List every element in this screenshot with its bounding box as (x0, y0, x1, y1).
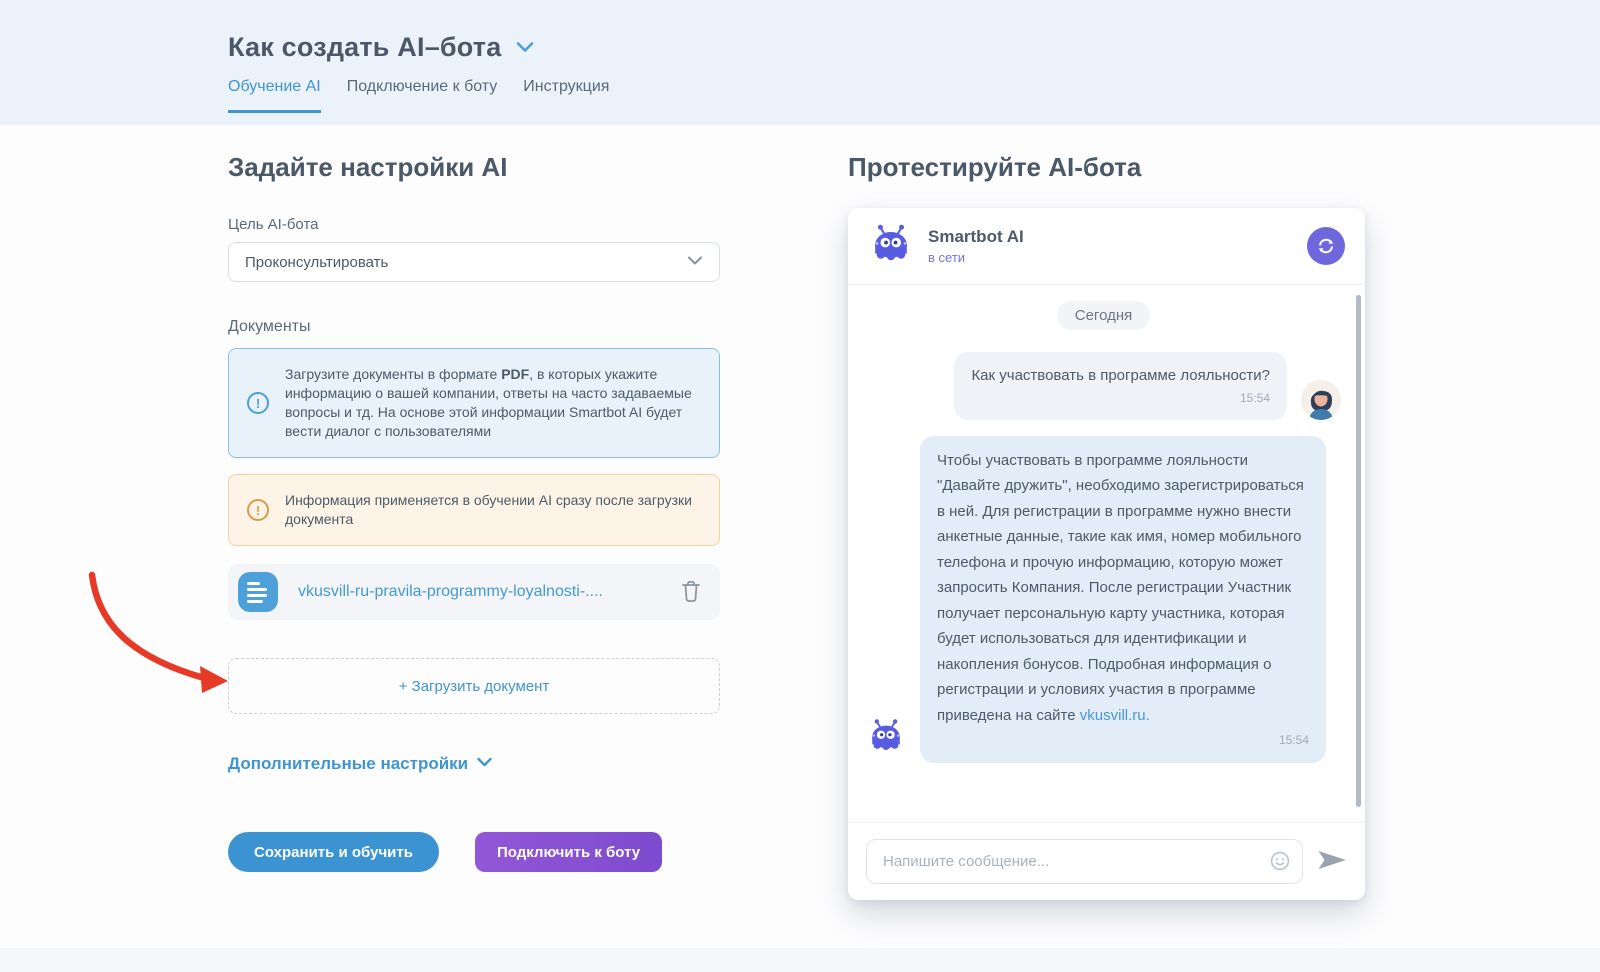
upload-document-label: + Загрузить документ (398, 677, 550, 695)
documents-label: Документы (228, 318, 311, 335)
bot-message-text: Чтобы участвовать в программе лояльности… (937, 451, 1304, 724)
refresh-icon (1318, 238, 1334, 254)
warning-icon: ! (247, 499, 269, 522)
chat-messages-area: Сегодня Как участвовать в программе лоял… (848, 285, 1365, 822)
send-icon (1318, 851, 1346, 869)
message-input[interactable] (866, 839, 1303, 884)
advanced-chevron-down-icon (476, 755, 493, 773)
smiley-icon (1270, 851, 1290, 871)
save-and-train-button[interactable]: Сохранить и обучить (228, 832, 439, 873)
chat-input-bar (848, 822, 1365, 900)
user-message-text: Как участвовать в программе лояльности? (971, 367, 1270, 384)
bot-avatar-small (866, 716, 906, 761)
page-title: Как создать AI–бота (228, 32, 502, 62)
chat-tester-heading: Протестируйте AI-бота (848, 152, 1142, 182)
tab-training-ai[interactable]: Обучение AI (228, 78, 321, 113)
document-icon (238, 572, 278, 613)
chat-scrollbar[interactable] (1356, 295, 1361, 807)
bot-message-row: Чтобы участвовать в программе лояльности… (866, 435, 1341, 763)
info-icon: ! (247, 392, 269, 415)
bot-identity: Smartbot AI в сети (928, 227, 1307, 265)
trash-icon (682, 580, 700, 602)
date-badge: Сегодня (1056, 301, 1151, 330)
user-message-time: 15:54 (1239, 391, 1270, 406)
chat-refresh-button[interactable] (1307, 227, 1345, 265)
red-annotation-arrow (68, 553, 243, 708)
settings-heading: Задайте настройки AI (228, 152, 508, 182)
tab-instruction[interactable]: Инструкция (523, 78, 609, 113)
documents-info-note: ! Загрузите документы в формате PDF, в к… (228, 348, 720, 459)
upload-document-button[interactable]: + Загрузить документ (228, 658, 720, 715)
advanced-settings-toggle[interactable]: Дополнительные настройки (228, 754, 720, 774)
title-chevron-down-icon[interactable] (515, 40, 535, 59)
bot-message-link[interactable]: vkusvill.ru. (1080, 707, 1150, 724)
user-message-bubble: Как участвовать в программе лояльности? … (954, 352, 1287, 420)
delete-document-button[interactable] (678, 577, 704, 608)
chat-widget: Smartbot AI в сети Сегодня Как участвова… (848, 208, 1365, 900)
training-warning-text: Информация применяется в обучении AI сра… (285, 492, 692, 528)
tab-bar: Обучение AI Подключение к боту Инструкци… (228, 78, 1600, 113)
bot-name: Smartbot AI (928, 227, 1024, 246)
user-message-row: Как участвовать в программе лояльности? … (866, 352, 1341, 420)
uploaded-document-link[interactable]: vkusvill-ru-pravila-programmy-loyalnosti… (298, 583, 678, 601)
goal-select-value: Проконсультировать (245, 253, 389, 271)
send-button[interactable] (1311, 843, 1353, 880)
bot-online-status: в сети (928, 250, 966, 265)
goal-select[interactable]: Проконсультировать (228, 242, 720, 282)
tab-connect-to-bot[interactable]: Подключение к боту (347, 78, 498, 113)
goal-label: Цель AI-бота (228, 216, 319, 233)
training-warning-note: ! Информация применяется в обучении AI с… (228, 474, 720, 547)
bottom-strip (0, 948, 1600, 972)
documents-info-text: Загрузите документы в формате PDF, в кот… (285, 366, 692, 440)
page-header: Как создать AI–бота Обучение AI Подключе… (0, 0, 1600, 125)
select-chevron-down-icon (687, 253, 703, 271)
bot-avatar (868, 221, 914, 272)
page: Как создать AI–бота Обучение AI Подключе… (0, 0, 1600, 972)
bot-message-bubble: Чтобы участвовать в программе лояльности… (920, 435, 1326, 763)
chat-header: Smartbot AI в сети (848, 208, 1365, 285)
advanced-settings-label: Дополнительные настройки (228, 754, 469, 774)
uploaded-document-row: vkusvill-ru-pravila-programmy-loyalnosti… (228, 564, 720, 621)
emoji-button[interactable] (1269, 850, 1291, 875)
connect-to-bot-button[interactable]: Подключить к боту (474, 832, 663, 873)
user-avatar (1301, 379, 1341, 420)
ai-settings-section: Задайте настройки AI Цель AI-бота Прокон… (228, 152, 720, 873)
form-actions: Сохранить и обучить Подключить к боту (228, 832, 720, 873)
bot-message-time: 15:54 (1278, 733, 1309, 748)
